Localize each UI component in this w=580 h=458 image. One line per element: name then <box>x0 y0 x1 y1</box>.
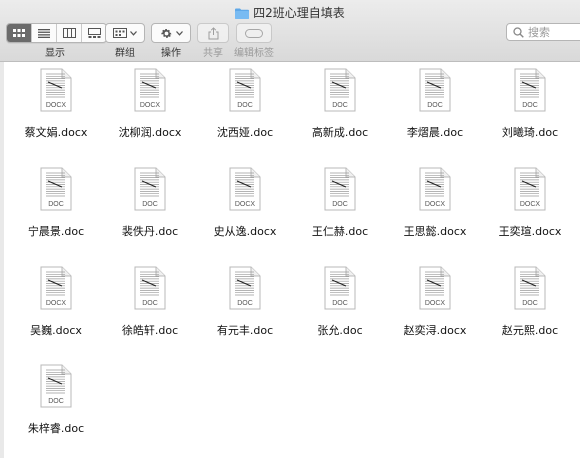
file-name: 刘曦琦.doc <box>501 126 559 139</box>
gallery-icon <box>87 28 101 38</box>
search-field[interactable]: 搜索 <box>506 23 580 41</box>
finder-window: 四2班心理自填表 显示 群组 操作 共享 编辑标签 搜索 DOCX 蔡文娟.do… <box>0 0 580 458</box>
file-name: 史从逸.docx <box>213 225 277 238</box>
icon-view-button[interactable] <box>7 24 32 42</box>
file-type-label: DOC <box>522 300 538 307</box>
document-icon: DOC <box>229 68 261 112</box>
file-type-label: DOCX <box>46 102 67 109</box>
file-type-label: DOCX <box>425 201 446 208</box>
file-name: 吴巍.docx <box>30 324 82 337</box>
file-name: 沈柳润.docx <box>118 126 182 139</box>
document-icon: DOC <box>419 68 451 112</box>
file-name: 徐皓轩.doc <box>121 324 179 337</box>
file-type-label: DOC <box>48 398 64 405</box>
file-type-label: DOC <box>427 102 443 109</box>
group-label: 群组 <box>115 48 135 59</box>
file-name: 张允.doc <box>317 324 363 337</box>
sidebar-edge <box>0 62 4 458</box>
document-icon: DOC <box>514 68 546 112</box>
file-type-label: DOCX <box>235 201 256 208</box>
document-icon: DOCX <box>229 167 261 211</box>
folder-icon <box>235 8 250 19</box>
gear-icon <box>160 28 172 38</box>
file-name: 赵奕浔.docx <box>403 324 467 337</box>
document-icon: DOC <box>40 167 72 211</box>
share-button[interactable] <box>197 23 229 43</box>
view-label: 显示 <box>45 48 65 59</box>
file-type-label: DOCX <box>520 201 541 208</box>
file-type-label: DOC <box>237 102 253 109</box>
toolbar: 四2班心理自填表 显示 群组 操作 共享 编辑标签 搜索 <box>0 0 580 62</box>
action-label: 操作 <box>161 48 181 59</box>
document-icon: DOC <box>514 266 546 310</box>
document-icon: DOCX <box>419 167 451 211</box>
file-type-label: DOCX <box>46 300 67 307</box>
document-icon: DOC <box>134 167 166 211</box>
file-name: 裴佚丹.doc <box>121 225 179 238</box>
columns-icon <box>62 28 76 38</box>
document-icon: DOCX <box>40 266 72 310</box>
document-icon: DOCX <box>514 167 546 211</box>
grid-icon <box>13 28 25 37</box>
file-type-label: DOC <box>332 102 348 109</box>
file-name: 赵元熙.doc <box>501 324 559 337</box>
share-icon <box>208 26 218 39</box>
document-icon: DOC <box>324 266 356 310</box>
chevron-down-icon <box>130 30 137 36</box>
list-icon <box>38 28 50 38</box>
list-view-button[interactable] <box>32 24 57 42</box>
document-icon: DOC <box>40 364 72 408</box>
file-name: 李熠晨.doc <box>406 126 464 139</box>
column-view-button[interactable] <box>57 24 82 42</box>
share-label: 共享 <box>203 48 223 59</box>
file-type-label: DOC <box>237 300 253 307</box>
tag-icon <box>245 28 263 38</box>
file-name: 沈西娅.doc <box>216 126 274 139</box>
file-type-label: DOC <box>332 300 348 307</box>
document-icon: DOCX <box>134 68 166 112</box>
group-icon <box>113 28 127 38</box>
document-icon: DOC <box>324 68 356 112</box>
view-mode-control[interactable] <box>6 23 107 43</box>
document-icon: DOCX <box>40 68 72 112</box>
file-name: 高新成.doc <box>311 126 369 139</box>
file-name: 朱梓睿.doc <box>27 422 85 435</box>
file-type-label: DOCX <box>425 300 446 307</box>
file-type-label: DOC <box>332 201 348 208</box>
file-type-label: DOC <box>48 201 64 208</box>
edit-tags-label: 编辑标签 <box>234 48 274 59</box>
search-icon <box>513 26 524 38</box>
file-type-label: DOC <box>142 201 158 208</box>
file-type-label: DOC <box>142 300 158 307</box>
document-icon: DOC <box>134 266 166 310</box>
document-icon: DOC <box>229 266 261 310</box>
file-name: 王仁赫.doc <box>311 225 369 238</box>
file-name: 蔡文娟.docx <box>24 126 88 139</box>
file-name: 宁晨景.doc <box>27 225 85 238</box>
window-title: 四2班心理自填表 <box>253 6 345 20</box>
gallery-view-button[interactable] <box>82 24 106 42</box>
edit-tags-button[interactable] <box>236 23 272 43</box>
search-placeholder: 搜索 <box>528 26 550 39</box>
action-button[interactable] <box>151 23 191 43</box>
file-name: 王思懿.docx <box>403 225 467 238</box>
file-type-label: DOCX <box>140 102 161 109</box>
window-title-bar: 四2班心理自填表 <box>0 4 580 21</box>
document-icon: DOCX <box>419 266 451 310</box>
file-name: 有元丰.doc <box>216 324 274 337</box>
chevron-down-icon <box>175 30 183 36</box>
file-type-label: DOC <box>522 102 538 109</box>
file-name: 王奕瑄.docx <box>498 225 562 238</box>
group-button[interactable] <box>105 23 145 43</box>
document-icon: DOC <box>324 167 356 211</box>
